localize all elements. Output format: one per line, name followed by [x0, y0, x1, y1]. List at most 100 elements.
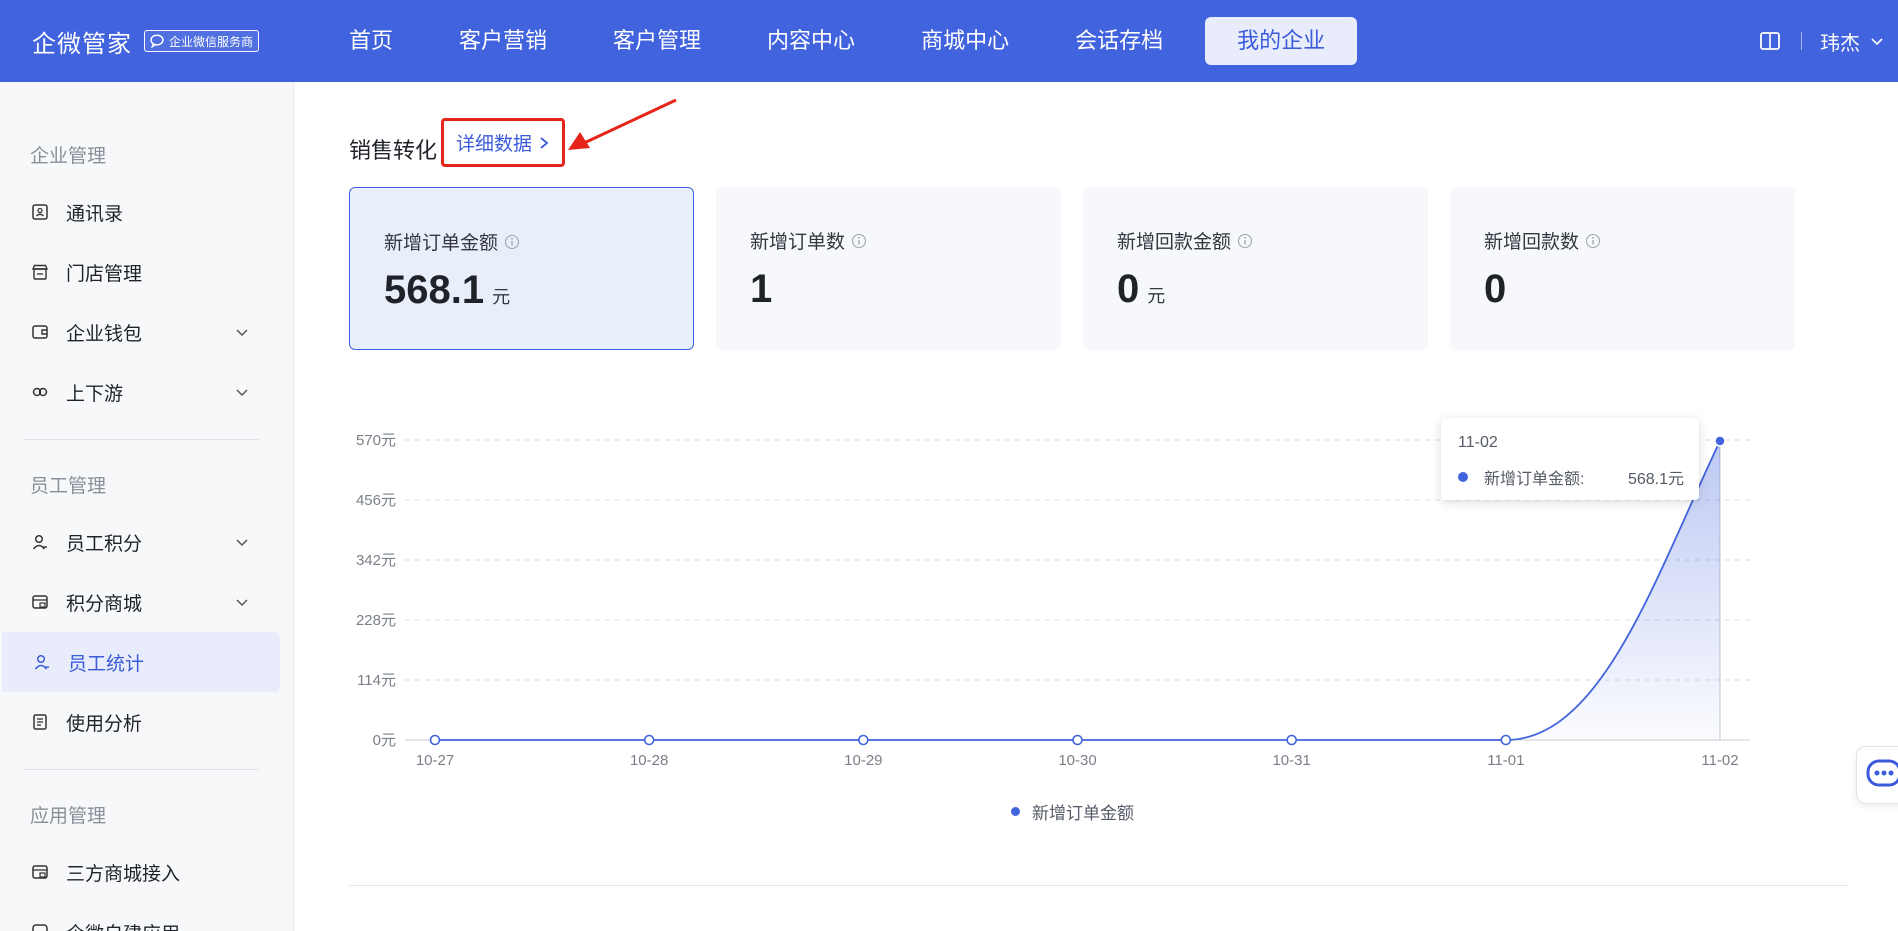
sidebar-item-contacts[interactable]: 通讯录 — [0, 182, 280, 242]
info-icon[interactable] — [1585, 233, 1601, 249]
main-nav: 首页 客户营销 客户管理 内容中心 商城中心 会话存档 我的企业 — [325, 0, 1375, 82]
sidebar-item-label: 通讯录 — [66, 203, 124, 225]
sidebar-item-label: 员工统计 — [68, 653, 145, 675]
metric-value: 0 — [1484, 267, 1514, 312]
section-title: 销售转化 — [349, 138, 438, 163]
sidebar-item-label: 企业钱包 — [66, 323, 143, 345]
chevron-down-icon[interactable] — [234, 384, 250, 400]
y-tick-label: 342元 — [356, 552, 396, 569]
floating-chat-button[interactable] — [1856, 746, 1898, 804]
sidebar-item-staff-points[interactable]: 员工积分 — [0, 512, 280, 572]
sidebar-item-wallet[interactable]: 企业钱包 — [0, 302, 280, 362]
metric-card-new-order-amount[interactable]: 新增订单金额 568.1 元 — [349, 187, 694, 350]
chevron-down-icon[interactable] — [234, 324, 250, 340]
book-icon[interactable] — [1759, 30, 1781, 52]
nav-content-center[interactable]: 内容中心 — [743, 17, 879, 65]
chat-icon — [1866, 759, 1898, 787]
metric-label-text: 新增回款金额 — [1117, 232, 1232, 253]
x-tick-label: 11-02 — [1701, 752, 1738, 769]
metric-number: 568.1 — [384, 268, 485, 312]
data-point — [858, 734, 869, 746]
data-point — [1714, 435, 1726, 447]
metric-card-new-payment-amount[interactable]: 新增回款金额 0 元 — [1083, 187, 1428, 350]
nav-home[interactable]: 首页 — [325, 17, 417, 65]
red-arrow-annotation — [568, 98, 677, 150]
user-stats-icon — [32, 652, 52, 672]
chart-legend-item[interactable]: 新增订单金额 — [1011, 799, 1134, 824]
sidebar-item-label: 积分商城 — [66, 593, 143, 615]
chevron-down-icon[interactable] — [234, 534, 250, 550]
sidebar-item-third-party-mall[interactable]: 三方商城接入 — [0, 842, 280, 902]
data-point — [429, 734, 441, 746]
nav-session-archive[interactable]: 会话存档 — [1051, 17, 1187, 65]
sidebar-item-label: 三方商城接入 — [66, 863, 181, 885]
legend-dot — [1011, 807, 1020, 816]
metric-unit: 元 — [1147, 286, 1166, 306]
x-tick-label: 11-01 — [1487, 752, 1524, 769]
sidebar-item-upstream-downstream[interactable]: 上下游 — [0, 362, 280, 422]
sidebar-item-label: 使用分析 — [66, 713, 143, 735]
badge-text: 企业微信服务商 — [169, 34, 254, 49]
sidebar-item-label: 企微自建应用 — [66, 919, 180, 931]
sidebar-item-label: 门店管理 — [66, 263, 143, 285]
legend-label: 新增订单金额 — [1032, 804, 1134, 823]
nav-customer-management[interactable]: 客户管理 — [589, 17, 725, 65]
x-tick-label: 10-30 — [1058, 752, 1096, 769]
metric-unit: 元 — [492, 287, 511, 307]
info-icon[interactable] — [851, 233, 867, 249]
link-icon — [30, 382, 50, 402]
brand-name: 企微管家 — [32, 30, 132, 58]
sidebar-item-label: 员工积分 — [66, 533, 143, 555]
sidebar-group-apps: 应用管理 — [30, 806, 107, 827]
data-point — [1072, 734, 1083, 746]
info-icon[interactable] — [1237, 233, 1253, 249]
nav-customer-marketing[interactable]: 客户营销 — [435, 17, 571, 65]
nav-mall-center[interactable]: 商城中心 — [897, 17, 1033, 65]
user-name[interactable]: 玮杰 — [1820, 27, 1860, 56]
sidebar-item-staff-stats[interactable]: 员工统计 — [2, 632, 280, 692]
user-icon — [30, 532, 50, 552]
sidebar-item-custom-app[interactable]: 企微自建应用 — [0, 902, 280, 931]
mall-icon — [30, 862, 50, 882]
metric-value: 568.1 元 — [384, 268, 510, 313]
metric-label: 新增回款金额 — [1117, 227, 1253, 254]
sidebar: 企业管理 通讯录 门店管理 企业钱包 上下游 员工管理 员工积分 积分商城 员工… — [0, 82, 294, 931]
detail-data-link[interactable]: 详细数据 — [441, 118, 565, 167]
y-tick-label: 0元 — [373, 732, 396, 749]
chat-bubble-icon — [150, 34, 164, 48]
chevron-right-icon — [540, 136, 549, 149]
chevron-down-icon[interactable] — [1870, 34, 1884, 48]
sidebar-item-points-mall[interactable]: 积分商城 — [0, 572, 280, 632]
metric-number: 0 — [1484, 267, 1507, 311]
top-navigation-bar: 企微管家 企业微信服务商 首页 客户营销 客户管理 内容中心 商城中心 会话存档… — [0, 0, 1898, 82]
data-point — [643, 734, 655, 746]
sidebar-divider — [24, 439, 259, 440]
y-tick-label: 114元 — [357, 672, 396, 689]
sidebar-item-usage-analysis[interactable]: 使用分析 — [0, 692, 280, 752]
shop-icon — [30, 592, 50, 612]
divider — [1801, 32, 1802, 50]
sidebar-item-label: 上下游 — [66, 383, 124, 405]
sidebar-group-enterprise: 企业管理 — [30, 146, 107, 167]
data-point — [1500, 734, 1512, 746]
store-icon — [30, 262, 50, 282]
chevron-down-icon[interactable] — [234, 594, 250, 610]
sidebar-item-store[interactable]: 门店管理 — [0, 242, 280, 302]
contacts-icon — [30, 202, 50, 222]
tooltip-date: 11-02 — [1458, 434, 1498, 451]
x-tick-label: 10-29 — [844, 752, 882, 769]
wallet-icon — [30, 322, 50, 342]
tooltip-series-name: 新增订单金额: — [1484, 471, 1585, 488]
brand[interactable]: 企微管家 企业微信服务商 — [32, 0, 260, 82]
metric-label: 新增订单数 — [750, 227, 867, 254]
metric-card-new-payment-count[interactable]: 新增回款数 0 — [1450, 187, 1795, 350]
chart-tooltip: 11-02 新增订单金额: 568.1元 — [1441, 418, 1699, 500]
app-icon — [30, 922, 50, 931]
metric-number: 0 — [1117, 267, 1140, 311]
nav-my-enterprise[interactable]: 我的企业 — [1205, 17, 1358, 65]
y-tick-label: 456元 — [356, 492, 396, 509]
info-icon[interactable] — [504, 234, 520, 250]
tooltip-series-dot — [1458, 472, 1468, 482]
metric-card-new-order-count[interactable]: 新增订单数 1 — [716, 187, 1061, 350]
x-tick-label: 10-31 — [1272, 752, 1310, 769]
